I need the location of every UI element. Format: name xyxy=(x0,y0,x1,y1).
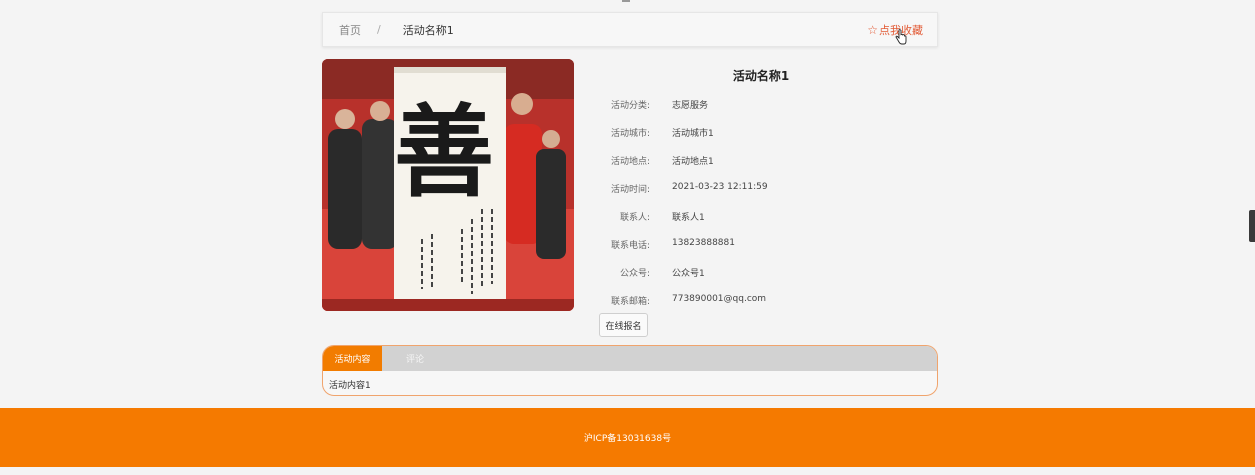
info-label: 联系电话: xyxy=(610,241,650,251)
info-row-public-account: 公众号: 公众号1 xyxy=(586,266,936,282)
info-row-phone: 联系电话: 13823888881 xyxy=(586,238,936,254)
info-label: 公众号: xyxy=(619,269,650,279)
info-value: 活动地点1 xyxy=(672,157,714,167)
info-row-location: 活动地点: 活动地点1 xyxy=(586,154,936,170)
tab-comments[interactable]: 评论 xyxy=(394,346,436,371)
icp-record: 沪ICP备13031638号 xyxy=(583,434,672,444)
info-row-category: 活动分类: 志愿服务 xyxy=(586,98,936,114)
info-row-email: 联系邮箱: 773890001@qq.com xyxy=(586,294,936,310)
content-tabs: 活动内容 评论 活动内容1 xyxy=(322,345,938,396)
breadcrumb-current: 活动名称1 xyxy=(402,23,454,37)
info-value: 公众号1 xyxy=(672,269,705,279)
breadcrumb-home-link[interactable]: 首页 xyxy=(339,22,361,38)
footer: 沪ICP备13031638号 xyxy=(0,408,1255,467)
info-value: 志愿服务 xyxy=(672,101,709,111)
activity-image: 善 xyxy=(322,59,574,311)
info-label: 活动地点: xyxy=(610,157,650,167)
calligraphy-glyph: 善 xyxy=(394,93,494,211)
hand-cursor-icon xyxy=(895,29,907,45)
info-label: 联系人: xyxy=(619,213,650,223)
info-value: 2021-03-23 12:11:59 xyxy=(672,182,768,192)
tab-activity-content[interactable]: 活动内容 xyxy=(323,346,382,371)
bottom-strip xyxy=(0,467,1255,475)
info-label: 联系邮箱: xyxy=(610,297,650,307)
top-marker xyxy=(622,0,630,2)
info-row-city: 活动城市: 活动城市1 xyxy=(586,126,936,142)
info-value: 13823888881 xyxy=(672,238,735,248)
info-value: 联系人1 xyxy=(672,213,705,223)
info-label: 活动时间: xyxy=(610,185,650,195)
info-label: 活动分类: xyxy=(610,101,650,111)
side-scroll-handle[interactable] xyxy=(1249,210,1255,242)
tab-panel-content: 活动内容1 xyxy=(329,381,371,391)
page: 首页 / 活动名称1 ☆ 点我收藏 善 xyxy=(0,0,1255,475)
online-signup-button[interactable]: 在线报名 xyxy=(599,313,648,337)
breadcrumb: 首页 / 活动名称1 ☆ 点我收藏 xyxy=(322,12,938,47)
info-value: 活动城市1 xyxy=(672,129,714,139)
breadcrumb-separator: / xyxy=(377,23,381,36)
info-row-contact: 联系人: 联系人1 xyxy=(586,210,936,226)
tab-bar: 活动内容 评论 xyxy=(323,346,937,371)
activity-title: 活动名称1 xyxy=(732,69,790,83)
info-row-time: 活动时间: 2021-03-23 12:11:59 xyxy=(586,182,936,198)
info-value: 773890001@qq.com xyxy=(672,294,767,304)
star-outline-icon: ☆ xyxy=(867,23,878,37)
info-label: 活动城市: xyxy=(610,129,650,139)
